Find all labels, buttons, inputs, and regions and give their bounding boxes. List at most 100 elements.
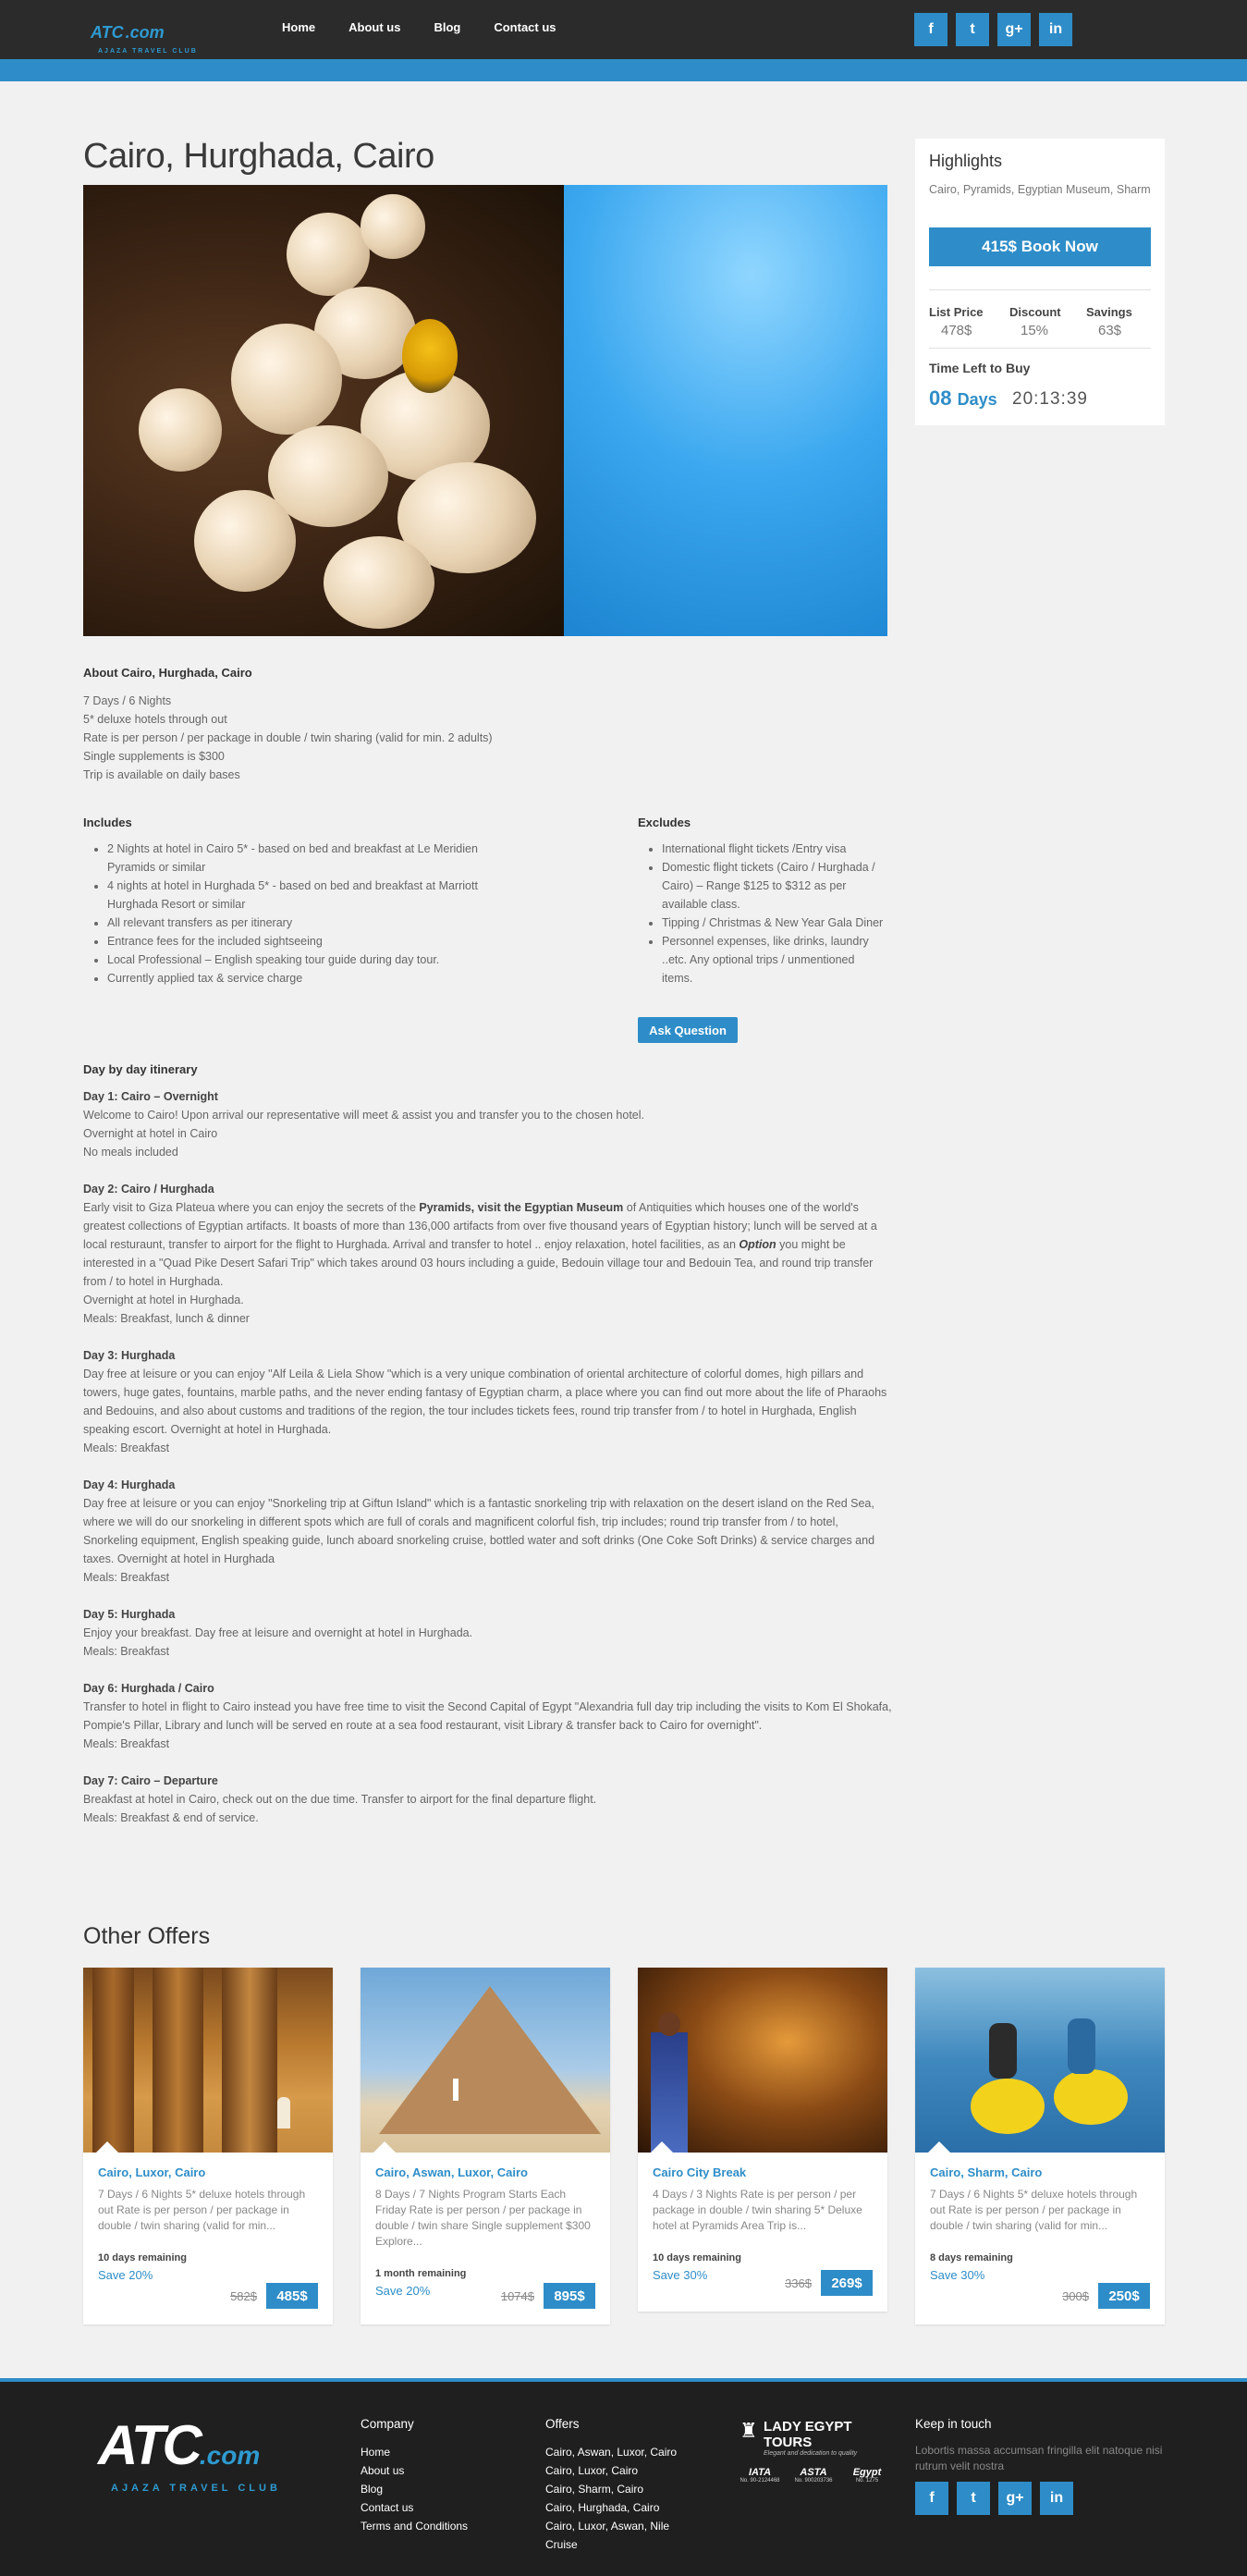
day-title: Day 4: Hurghada [83,1478,176,1491]
accreditation-badges: IATA No. 90-2124468 ASTA No. 900203736 Egy… [740,2467,887,2484]
ask-question-button[interactable]: Ask Question [638,1017,738,1043]
footer-link[interactable]: Cairo, Hurghada, Cairo [545,2498,677,2517]
footer-googleplus-icon[interactable]: g+ [998,2482,1032,2515]
offer-save: Save 20% [98,2268,153,2282]
day-title: Day 2: Cairo / Hurghada [83,1183,214,1196]
footer-link[interactable]: Home [361,2443,468,2461]
offer-description: 8 Days / 7 Nights Program Starts Each Fr… [375,2188,591,2248]
twitter-icon[interactable]: t [956,13,989,46]
googleplus-icon[interactable]: g+ [997,13,1031,46]
list-item: Entrance fees for the included sightseei… [107,932,527,951]
day-title: Day 5: Hurghada [83,1608,176,1621]
offer-old-price: 300$ [1062,2289,1089,2303]
footer-offers-heading: Offers [545,2417,580,2431]
hero-image [83,185,887,636]
offer-title[interactable]: Cairo City Break [653,2165,873,2179]
offer-title[interactable]: Cairo, Sharm, Cairo [930,2165,1150,2179]
list-price-value: 478$ [941,323,972,338]
offer-title[interactable]: Cairo, Luxor, Cairo [98,2165,318,2179]
offer-remaining: 10 days remaining [98,2252,187,2263]
list-item: 2 Nights at hotel in Cairo 5* - based on… [107,840,527,877]
nav-contact[interactable]: Contact us [494,20,556,34]
offer-old-price: 336$ [785,2276,812,2290]
book-now-button[interactable]: 415$ Book Now [929,227,1151,266]
offer-old-price: 1074$ [500,2289,534,2303]
offer-image-city [638,1968,887,2153]
offer-card[interactable]: Cairo City Break 4 Days / 3 Nights Rate … [638,1968,887,2312]
about-heading: About Cairo, Hurghada, Cairo [83,666,252,680]
offer-new-price[interactable]: 269$ [821,2270,873,2296]
footer-link[interactable]: About us [361,2461,468,2480]
savings-label: Savings [1086,305,1132,319]
offer-save: Save 20% [375,2284,431,2298]
footer-keep-heading: Keep in touch [915,2417,992,2431]
partner-logo: ♜ LADY EGYPT TOURS Elegant and dedicatio… [740,2419,887,2457]
offer-card[interactable]: Cairo, Aswan, Luxor, Cairo 8 Days / 7 Ni… [361,1968,610,2325]
offer-remaining: 1 month remaining [375,2268,467,2279]
days-word: Days [957,390,997,409]
footer-link[interactable]: Cairo, Luxor, Cairo [545,2461,677,2480]
accent-bar [0,59,1247,81]
site-logo[interactable]: ATC .com AJAZA TRAVEL CLUB [89,11,207,55]
list-price-label: List Price [929,305,984,319]
footer-keep-text: Lobortis massa accumsan fringilla elit n… [915,2444,1163,2472]
excludes-heading: Excludes [638,816,691,829]
list-item: Personnel expenses, like drinks, laundry… [662,932,887,987]
list-item: International flight tickets /Entry visa [662,840,887,858]
highlights-title: Highlights [929,152,1003,170]
footer-link[interactable]: Cairo, Aswan, Luxor, Cairo [545,2443,677,2461]
offer-save: Save 30% [653,2268,708,2282]
discount-value: 15% [1021,323,1049,338]
offer-image-pyramid [361,1968,610,2153]
about-line: 7 Days / 6 Nights [83,694,172,707]
nav-blog[interactable]: Blog [434,20,460,34]
footer-twitter-icon[interactable]: t [957,2482,990,2515]
partner-figure-icon: ♜ [740,2419,758,2442]
site-footer: ATC.com AJAZA TRAVEL CLUB Company Home A… [0,2378,1247,2576]
page-title: Cairo, Hurghada, Cairo [83,137,434,176]
offer-image-temple [83,1968,333,2153]
offer-new-price[interactable]: 250$ [1098,2283,1150,2309]
offer-new-price[interactable]: 485$ [266,2283,318,2309]
facebook-icon[interactable]: f [914,13,947,46]
footer-facebook-icon[interactable]: f [915,2482,948,2515]
about-text: 7 Days / 6 Nights 5* deluxe hotels throu… [83,692,887,784]
nav-about[interactable]: About us [348,20,400,34]
other-offers-heading: Other Offers [83,1923,211,1949]
day-title: Day 1: Cairo – Overnight [83,1090,218,1103]
offer-save: Save 30% [930,2268,985,2282]
footer-link[interactable]: Cairo, Luxor, Aswan, Nile [545,2517,677,2535]
nav-home[interactable]: Home [282,20,315,34]
footer-logo-main: ATC [98,2414,202,2476]
footer-link[interactable]: Cruise [545,2535,677,2554]
savings-value: 63$ [1098,323,1122,338]
offer-description: 7 Days / 6 Nights 5* deluxe hotels throu… [98,2188,306,2232]
offer-title[interactable]: Cairo, Aswan, Luxor, Cairo [375,2165,595,2179]
logo-tagline: AJAZA TRAVEL CLUB [98,48,198,55]
top-navbar: ATC .com AJAZA TRAVEL CLUB Home About us … [0,0,1247,59]
offer-description: 7 Days / 6 Nights 5* deluxe hotels throu… [930,2188,1138,2232]
linkedin-icon[interactable]: in [1039,13,1072,46]
offer-image-banana-boat [915,1968,1165,2153]
footer-offer-links: Cairo, Aswan, Luxor, Cairo Cairo, Luxor,… [545,2443,677,2554]
footer-linkedin-icon[interactable]: in [1040,2482,1073,2515]
includes-list: 2 Nights at hotel in Cairo 5* - based on… [83,840,527,987]
footer-company-links: Home About us Blog Contact us Terms and … [361,2443,468,2535]
footer-link[interactable]: Cairo, Sharm, Cairo [545,2480,677,2498]
day-title: Day 7: Cairo – Departure [83,1774,218,1787]
offer-card[interactable]: Cairo, Sharm, Cairo 7 Days / 6 Nights 5*… [915,1968,1165,2325]
highlights-panel: Highlights Cairo, Pyramids, Egyptian Mus… [915,139,1165,425]
highlights-subtitle: Cairo, Pyramids, Egyptian Museum, Sharm [929,183,1151,196]
list-item: Domestic flight tickets (Cairo / Hurghad… [662,858,887,914]
footer-link[interactable]: Contact us [361,2498,468,2517]
footer-logo[interactable]: ATC.com AJAZA TRAVEL CLUB [98,2418,281,2495]
about-line: Rate is per person / per package in doub… [83,731,493,744]
list-item: Tipping / Christmas & New Year Gala Dine… [662,914,887,932]
footer-link[interactable]: Terms and Conditions [361,2517,468,2535]
footer-company-heading: Company [361,2417,414,2431]
itinerary-body: Day 1: Cairo – Overnight Welcome to Cair… [83,1087,892,1827]
footer-link[interactable]: Blog [361,2480,468,2498]
offer-new-price[interactable]: 895$ [544,2283,595,2309]
offer-card[interactable]: Cairo, Luxor, Cairo 7 Days / 6 Nights 5*… [83,1968,333,2325]
asta-badge: ASTA No. 900203736 [794,2467,833,2484]
